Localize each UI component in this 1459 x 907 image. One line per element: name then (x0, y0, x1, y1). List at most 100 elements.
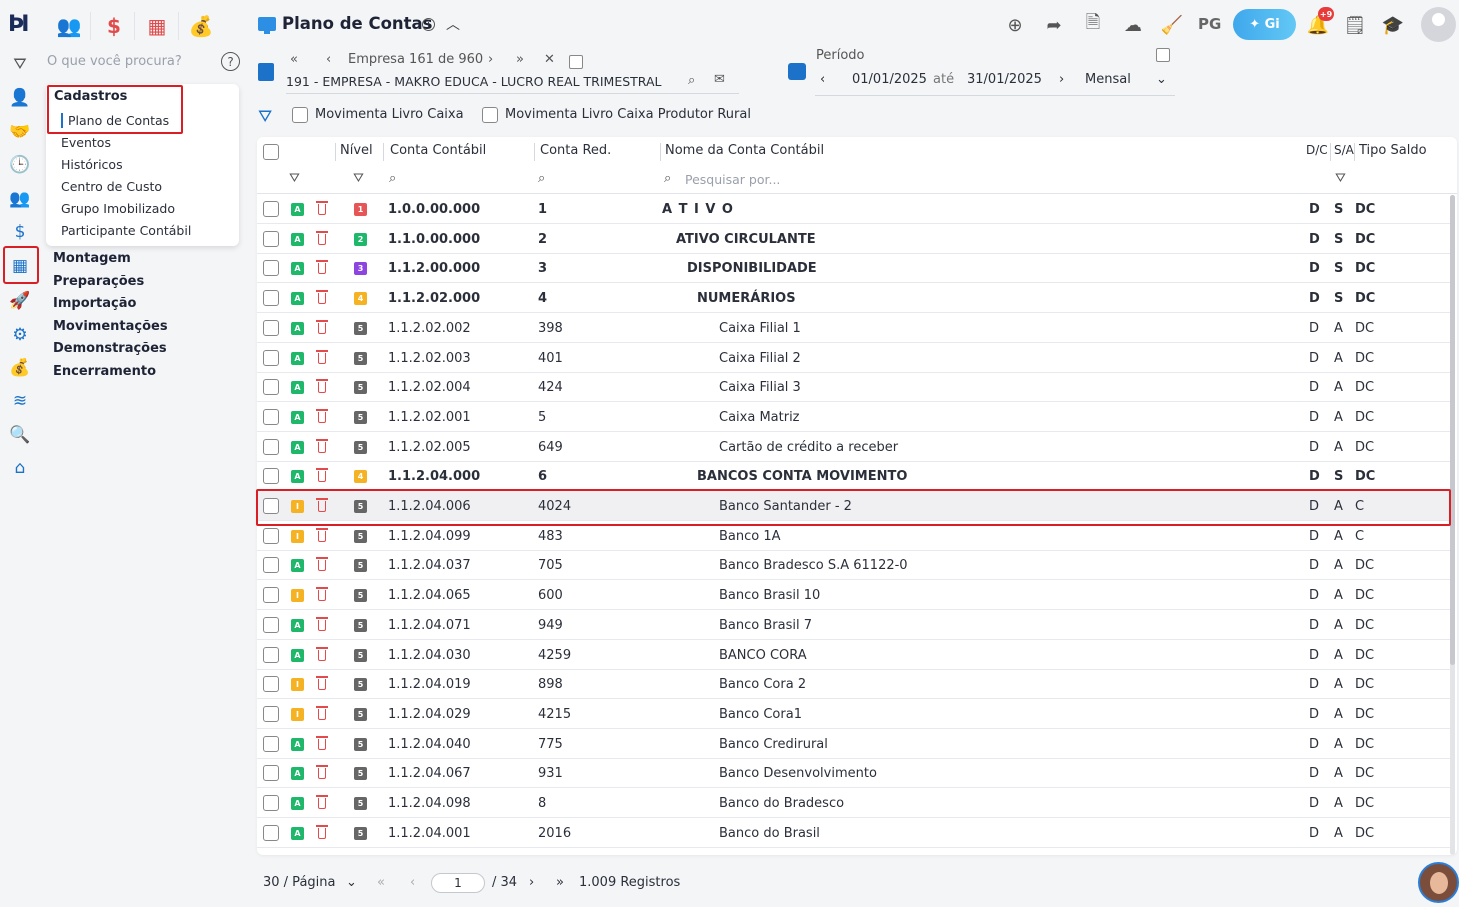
submenu-category[interactable]: Cadastros (54, 89, 127, 104)
table-row[interactable]: A 5 1.1.2.04.071 949 Banco Brasil 7 D A DC (257, 610, 1450, 640)
col-sa[interactable]: S/A (1334, 143, 1354, 157)
company-search-icon[interactable]: ⌕ (688, 73, 695, 88)
table-row[interactable]: A 5 1.1.2.04.098 8 Banco do Bradesco D A DC (257, 788, 1450, 818)
bag-module-icon[interactable]: 💰 (189, 12, 214, 40)
next-period-button[interactable]: › (1059, 72, 1064, 87)
trash-icon[interactable] (316, 616, 328, 632)
add-circle-icon[interactable]: ⊕ (1002, 12, 1028, 38)
mail-icon[interactable]: ✉ (714, 72, 725, 87)
submenu-item-historicos[interactable]: Históricos (61, 157, 123, 172)
row-checkbox[interactable] (263, 290, 279, 307)
red-search-icon[interactable]: ⌕ (538, 171, 545, 186)
users-icon[interactable]: 👥 (8, 187, 32, 211)
next-company-button[interactable]: › (488, 52, 493, 67)
trash-icon[interactable] (316, 201, 328, 216)
table-row[interactable]: I 5 1.1.2.04.019 898 Banco Cora 2 D A DC (257, 669, 1450, 700)
menu-item-importacao[interactable]: Importação (53, 296, 136, 311)
share-arrow-icon[interactable]: ➦ (1041, 12, 1067, 38)
gi-assistant-button[interactable]: ✦ Gi (1233, 9, 1296, 40)
broom-icon[interactable]: 🧹 (1159, 12, 1185, 38)
row-checkbox[interactable] (263, 705, 279, 722)
table-row[interactable]: A 2 1.1.0.00.000 2 ATIVO CIRCULANTE D S DC (257, 224, 1450, 254)
col-dc[interactable]: D/C (1306, 143, 1328, 157)
gear-icon[interactable]: ⚙ (8, 323, 32, 347)
row-checkbox[interactable] (263, 557, 279, 574)
graduation-cap-icon[interactable]: 🎓 (1380, 12, 1406, 38)
layers-icon[interactable]: ≋ (8, 389, 32, 413)
table-row[interactable]: A 5 1.1.2.04.037 705 Banco Bradesco S.A 6112… (257, 550, 1450, 581)
dollar-icon[interactable]: $ (8, 220, 32, 244)
tipo-filter-icon[interactable]: ⛛ (1335, 171, 1346, 186)
col-tipo-saldo[interactable]: Tipo Saldo (1359, 143, 1427, 158)
assistant-avatar[interactable] (1418, 862, 1459, 903)
trash-icon[interactable] (316, 676, 328, 691)
table-row[interactable]: A 5 1.1.2.04.040 775 Banco Credirural D A DC (257, 729, 1450, 759)
period-end[interactable]: 31/01/2025 (967, 72, 1042, 87)
trash-icon[interactable] (316, 705, 328, 721)
table-row[interactable]: A 1 1.0.0.00.000 1 A T I V O D S DC (257, 194, 1450, 224)
row-checkbox[interactable] (263, 349, 279, 366)
row-checkbox[interactable] (263, 230, 279, 247)
trash-icon[interactable] (316, 468, 328, 483)
nome-search-input[interactable]: Pesquisar por... (685, 172, 780, 187)
last-company-button[interactable]: » (516, 52, 524, 67)
trash-icon[interactable] (316, 765, 328, 780)
period-start[interactable]: 01/01/2025 (852, 72, 927, 87)
help-icon[interactable]: ? (221, 52, 240, 71)
first-company-button[interactable]: « (290, 52, 298, 67)
prev-page-button[interactable]: ‹ (410, 875, 415, 890)
row-checkbox[interactable] (263, 735, 279, 752)
submenu-item-grupo-imobilizado[interactable]: Grupo Imobilizado (61, 201, 175, 216)
table-row[interactable]: I 5 1.1.2.04.065 600 Banco Brasil 10 D A DC (257, 580, 1450, 611)
table-row[interactable]: A 3 1.1.2.00.000 3 DISPONIBILIDADE D S DC (257, 253, 1450, 284)
company-checkbox[interactable] (569, 55, 583, 69)
table-scrollbar[interactable] (1450, 195, 1455, 855)
clock-icon[interactable]: 🕒 (8, 153, 32, 177)
row-checkbox[interactable] (263, 587, 279, 604)
table-row[interactable]: A 4 1.1.2.04.000 6 BANCOS CONTA MOVIMENTO D S D… (257, 461, 1450, 492)
table-row[interactable]: I 5 1.1.2.04.029 4215 Banco Cora1 D A DC (257, 699, 1450, 729)
trash-icon[interactable] (316, 408, 328, 424)
page-size-chevron-icon[interactable]: ⌄ (346, 875, 357, 890)
money-bag-icon[interactable]: 💰 (8, 356, 32, 380)
row-checkbox[interactable] (263, 379, 279, 396)
menu-item-preparacoes[interactable]: Preparações (53, 274, 144, 289)
movimenta-caixa-checkbox[interactable] (292, 107, 308, 123)
cloud-upload-icon[interactable]: ☁ (1120, 12, 1146, 38)
first-page-button[interactable]: « (377, 875, 385, 890)
row-checkbox[interactable] (263, 676, 279, 693)
conta-search-icon[interactable]: ⌕ (389, 171, 396, 186)
pg-button[interactable]: PG (1198, 15, 1221, 33)
handshake-icon[interactable]: 🤝 (8, 120, 32, 144)
funnel-filter-icon[interactable]: ⛛ (258, 107, 272, 127)
table-row[interactable]: A 5 1.1.2.02.001 5 Caixa Matriz D A DC (257, 402, 1450, 432)
row-checkbox[interactable] (263, 765, 279, 782)
row-checkbox[interactable] (263, 319, 279, 336)
table-row[interactable]: A 5 1.1.2.04.067 931 Banco Desenvolvimento D A… (257, 758, 1450, 789)
page-number-input[interactable]: 1 (431, 873, 485, 893)
submenu-item-eventos[interactable]: Eventos (61, 135, 111, 150)
row-checkbox[interactable] (263, 824, 279, 841)
trash-icon[interactable] (316, 587, 328, 602)
finance-module-icon[interactable]: $ (104, 12, 124, 40)
page-size-select[interactable]: 30 / Página (263, 875, 335, 890)
prev-period-button[interactable]: ‹ (820, 72, 825, 87)
trash-icon[interactable] (316, 379, 328, 394)
nome-search-icon[interactable]: ⌕ (664, 171, 671, 186)
select-all-checkbox[interactable] (263, 144, 279, 160)
app-logo[interactable]: ÞI (8, 12, 29, 37)
period-checkbox[interactable] (1156, 48, 1170, 62)
report-icon[interactable]: 🗒 (1342, 12, 1368, 38)
movimenta-caixa-rural-checkbox[interactable] (482, 107, 498, 123)
user-avatar[interactable] (1421, 7, 1456, 42)
menu-item-encerramento[interactable]: Encerramento (53, 364, 156, 379)
row-checkbox[interactable] (263, 468, 279, 485)
trash-icon[interactable] (316, 527, 328, 543)
submenu-item-centro-de-custo[interactable]: Centro de Custo (61, 179, 162, 194)
trash-icon[interactable] (316, 735, 328, 751)
trash-icon[interactable] (316, 260, 328, 275)
company-name[interactable]: 191 - EMPRESA - MAKRO EDUCA - LUCRO REAL… (286, 74, 661, 89)
menu-item-montagem[interactable]: Montagem (53, 251, 131, 266)
period-mode-select[interactable]: Mensal (1085, 72, 1131, 87)
menu-item-movimentacoes[interactable]: Movimentações (53, 319, 168, 334)
